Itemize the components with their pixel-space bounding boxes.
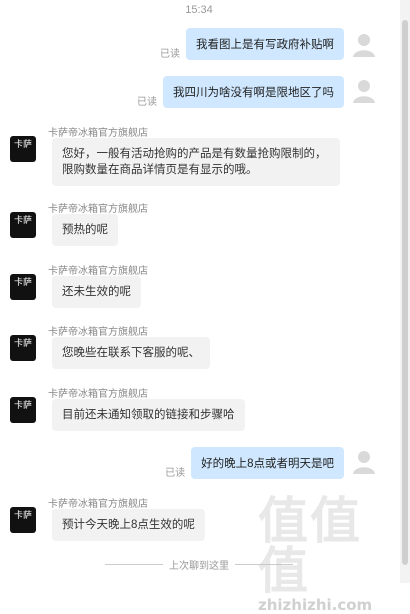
shop-logo-icon: 卡萨 — [13, 338, 32, 348]
history-divider-label: 上次聊到这里 — [169, 561, 229, 572]
message-timestamp: 15:34 — [185, 4, 213, 16]
shop-avatar[interactable]: 卡萨 — [10, 212, 36, 238]
incoming-message: 卡萨帝冰箱官方旗舰店 卡萨 预热的呢 — [10, 200, 370, 248]
shop-avatar[interactable]: 卡萨 — [10, 507, 36, 533]
divider-rule — [235, 564, 293, 565]
incoming-message: 卡萨帝冰箱官方旗舰店 卡萨 目前还未通知领取的链接和步骤哈 — [10, 385, 370, 433]
read-status: 已读 — [165, 468, 186, 479]
incoming-bubble[interactable]: 目前还未通知领取的链接和步骤哈 — [52, 399, 245, 431]
shop-avatar[interactable]: 卡萨 — [10, 397, 36, 423]
outgoing-message: 已读 我看图上是有写政府补贴啊 — [160, 28, 344, 60]
user-silhouette-icon — [353, 34, 375, 57]
outgoing-bubble[interactable]: 好的晚上8点或者明天是吧 — [191, 447, 344, 479]
incoming-bubble[interactable]: 还未生效的呢 — [52, 276, 141, 308]
user-avatar[interactable] — [350, 447, 378, 475]
incoming-bubble[interactable]: 预热的呢 — [52, 214, 118, 246]
sender-name: 卡萨帝冰箱官方旗舰店 — [48, 389, 148, 400]
incoming-message: 卡萨帝冰箱官方旗舰店 卡萨 您好，一般有活动抢购的产品是有数量抢购限制的，限购数… — [10, 124, 370, 194]
user-avatar[interactable] — [350, 30, 378, 58]
incoming-message: 卡萨帝冰箱官方旗舰店 卡萨 您晚些在联系下客服的呢、 — [10, 323, 370, 371]
scrollbar[interactable] — [400, 0, 410, 583]
divider-rule — [105, 564, 163, 565]
shop-logo-icon: 卡萨 — [13, 139, 32, 149]
read-status: 已读 — [160, 49, 180, 60]
user-avatar[interactable] — [350, 76, 378, 104]
user-silhouette-icon — [353, 451, 375, 474]
sender-name: 卡萨帝冰箱官方旗舰店 — [48, 327, 148, 338]
outgoing-message: 已读 我四川为啥没有啊是限地区了吗 — [137, 76, 344, 108]
sender-name: 卡萨帝冰箱官方旗舰店 — [48, 204, 148, 215]
sender-name: 卡萨帝冰箱官方旗舰店 — [48, 128, 148, 139]
incoming-bubble[interactable]: 您晚些在联系下客服的呢、 — [52, 337, 210, 369]
chat-window[interactable]: 15:34 已读 我看图上是有写政府补贴啊 已读 我四川为啥没有啊是限地区了吗 … — [0, 0, 398, 583]
history-divider: 上次聊到这里 — [0, 557, 398, 572]
shop-avatar[interactable]: 卡萨 — [10, 335, 36, 361]
shop-logo-icon: 卡萨 — [13, 510, 32, 520]
shop-avatar[interactable]: 卡萨 — [10, 274, 36, 300]
sender-name: 卡萨帝冰箱官方旗舰店 — [48, 266, 148, 277]
scrollbar-thumb[interactable] — [402, 20, 408, 565]
shop-logo-icon: 卡萨 — [13, 400, 32, 410]
outgoing-bubble[interactable]: 我四川为啥没有啊是限地区了吗 — [163, 76, 344, 108]
shop-logo-icon: 卡萨 — [13, 277, 32, 287]
incoming-message: 卡萨帝冰箱官方旗舰店 卡萨 预计今天晚上8点生效的呢 — [10, 495, 370, 543]
incoming-bubble[interactable]: 预计今天晚上8点生效的呢 — [52, 509, 205, 541]
sender-name: 卡萨帝冰箱官方旗舰店 — [48, 499, 148, 510]
outgoing-message: 已读 好的晚上8点或者明天是吧 — [165, 447, 344, 479]
shop-logo-icon: 卡萨 — [13, 215, 32, 225]
read-status: 已读 — [137, 97, 157, 108]
incoming-bubble[interactable]: 您好，一般有活动抢购的产品是有数量抢购限制的，限购数量在商品详情页是有显示的哦。 — [52, 138, 340, 186]
outgoing-bubble[interactable]: 我看图上是有写政府补贴啊 — [186, 28, 344, 60]
incoming-message: 卡萨帝冰箱官方旗舰店 卡萨 还未生效的呢 — [10, 262, 370, 310]
user-silhouette-icon — [353, 80, 375, 103]
watermark-site: zhizhizhi.com — [258, 596, 373, 614]
shop-avatar[interactable]: 卡萨 — [10, 136, 36, 162]
